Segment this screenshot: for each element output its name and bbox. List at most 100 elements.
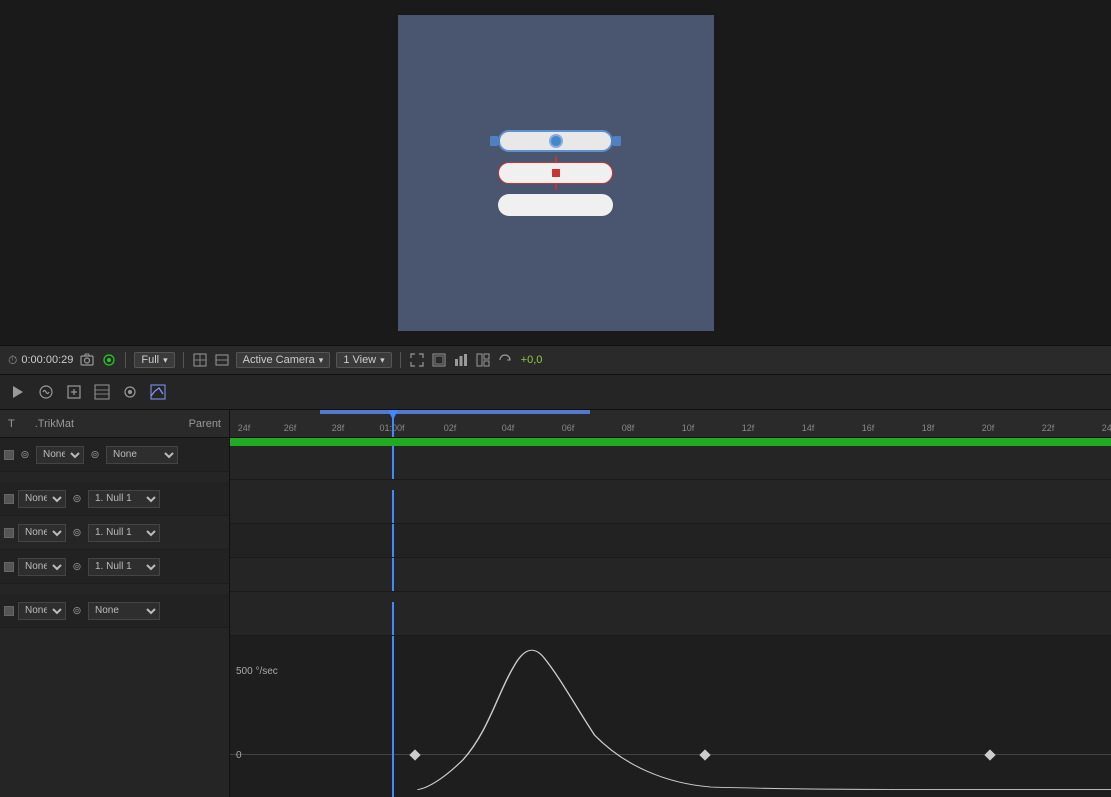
timeline-container: T .TrikMat Parent ⊚ None ⊚ None <box>0 375 1111 797</box>
layer-5-parent[interactable]: None <box>88 602 160 620</box>
layer-1-parent[interactable]: None <box>106 446 178 464</box>
ruler-label-24f-2: 24f <box>1102 423 1111 433</box>
layer-1-mode[interactable]: None <box>36 446 84 464</box>
stats-icon[interactable] <box>453 352 469 368</box>
timeline-main: T .TrikMat Parent ⊚ None ⊚ None <box>0 410 1111 797</box>
ruler-label-22f: 22f <box>1042 423 1055 433</box>
layer-2-parent[interactable]: 1. Null 1 <box>88 490 160 508</box>
layer-3-spiral[interactable]: ⊚ <box>70 526 84 540</box>
ruler-label-10f: 10f <box>682 423 695 433</box>
tl-row-5 <box>230 602 1111 636</box>
tl-row-4 <box>230 558 1111 592</box>
layer-2-spiral[interactable]: ⊚ <box>70 492 84 506</box>
tl-playhead-1 <box>392 446 394 479</box>
layer-5-mode[interactable]: None <box>18 602 66 620</box>
layer-1-parent-spiral[interactable]: ⊚ <box>88 448 102 462</box>
new-comp-icon[interactable] <box>64 382 84 402</box>
timeline-ruler[interactable]: 24f 26f 28f 01:00f 02f 04f 06f 08f 10f 1… <box>230 410 1111 438</box>
layer-1-visible[interactable] <box>4 450 14 460</box>
mask-path-icon[interactable] <box>120 382 140 402</box>
ruler-label-04f: 04f <box>502 423 515 433</box>
proportions-icon[interactable] <box>214 352 230 368</box>
view-dropdown[interactable]: 1 View <box>336 352 391 368</box>
status-bar: ⏱ 0:00:00:29 Full Active Camera 1 View <box>0 345 1111 375</box>
layout-icon[interactable] <box>475 352 491 368</box>
layer-4-parent[interactable]: 1. Null 1 <box>88 558 160 576</box>
tl-playhead-5 <box>392 602 394 635</box>
layer-2-mode[interactable]: None <box>18 490 66 508</box>
refresh-icon[interactable] <box>497 352 513 368</box>
ruler-label-08f: 08f <box>622 423 635 433</box>
ruler-label-24f: 24f <box>238 423 251 433</box>
preview-area <box>0 0 1111 345</box>
layer-spacer-2 <box>0 584 229 594</box>
timeline-toolbar <box>0 375 1111 410</box>
playhead-ruler-line[interactable] <box>392 410 394 437</box>
tl-spacer-2 <box>230 592 1111 602</box>
layer-4-mode[interactable]: None <box>18 558 66 576</box>
ruler-label-16f: 16f <box>862 423 875 433</box>
layer-row-4: None ⊚ 1. Null 1 <box>0 550 229 584</box>
color-icon[interactable] <box>101 352 117 368</box>
camera-dropdown[interactable]: Active Camera <box>236 352 331 368</box>
ruler-label-28f: 28f <box>332 423 345 433</box>
clock-icon: ⏱ <box>8 353 17 368</box>
graph-editor-icon[interactable] <box>148 382 168 402</box>
tl-row-3 <box>230 524 1111 558</box>
layer-3-visible[interactable] <box>4 528 14 538</box>
layer-1-spiral[interactable]: ⊚ <box>18 448 32 462</box>
tl-row-1 <box>230 446 1111 480</box>
work-area-bar[interactable] <box>320 410 590 414</box>
layer-5-spiral[interactable]: ⊚ <box>70 604 84 618</box>
layer-spacer-1 <box>0 472 229 482</box>
graph-area: 500 °/sec 0 <box>230 636 1111 797</box>
layer-4-spiral[interactable]: ⊚ <box>70 560 84 574</box>
layer-3-mode[interactable]: None <box>18 524 66 542</box>
divider-2 <box>183 352 184 368</box>
shape-layer-1 <box>498 130 613 152</box>
snapshot-icon[interactable] <box>79 352 95 368</box>
divider-1 <box>125 352 126 368</box>
timecode-value: 0:00:00:29 <box>21 354 73 366</box>
tl-playhead-2 <box>392 490 394 523</box>
shape-2-icon <box>552 169 560 177</box>
ruler-label-26f: 26f <box>284 423 297 433</box>
expand-icon[interactable] <box>409 352 425 368</box>
green-bar <box>230 438 1111 446</box>
render-queue-icon[interactable] <box>92 382 112 402</box>
ruler-label-14f: 14f <box>802 423 815 433</box>
composition-view <box>398 15 714 331</box>
graph-playhead <box>392 636 394 797</box>
tl-spacer-1 <box>230 480 1111 490</box>
solo-icon[interactable] <box>8 382 28 402</box>
layer-2-visible[interactable] <box>4 494 14 504</box>
ruler-label-20f: 20f <box>982 423 995 433</box>
layer-5-visible[interactable] <box>4 606 14 616</box>
divider-3 <box>400 352 401 368</box>
layer-row-3: None ⊚ 1. Null 1 <box>0 516 229 550</box>
col-parent-label: Parent <box>189 418 221 430</box>
ruler-label-18f: 18f <box>922 423 935 433</box>
ruler-label-06f: 06f <box>562 423 575 433</box>
layer-row-5: None ⊚ None <box>0 594 229 628</box>
render-icon[interactable] <box>431 352 447 368</box>
graph-curve <box>230 636 1111 797</box>
tl-playhead-3 <box>392 524 394 557</box>
ruler-label-02f: 02f <box>444 423 457 433</box>
layer-3-parent[interactable]: 1. Null 1 <box>88 524 160 542</box>
quality-dropdown[interactable]: Full <box>134 352 174 368</box>
shape-layer-2 <box>498 162 613 184</box>
left-panel: T .TrikMat Parent ⊚ None ⊚ None <box>0 410 230 797</box>
enable-expressions-icon[interactable] <box>36 382 56 402</box>
ruler-label-12f: 12f <box>742 423 755 433</box>
green-offset-value: +0,0 <box>521 354 543 366</box>
grid-icon[interactable] <box>192 352 208 368</box>
timecode-display: ⏱ 0:00:00:29 <box>8 353 73 368</box>
timeline-rows <box>230 446 1111 636</box>
tl-row-2 <box>230 490 1111 524</box>
layer-4-visible[interactable] <box>4 562 14 572</box>
shape-layer-3 <box>498 194 613 216</box>
shape-1-icon <box>549 134 563 148</box>
col-t-label: T <box>8 418 15 430</box>
col-trikmat-label: .TrikMat <box>35 418 74 430</box>
